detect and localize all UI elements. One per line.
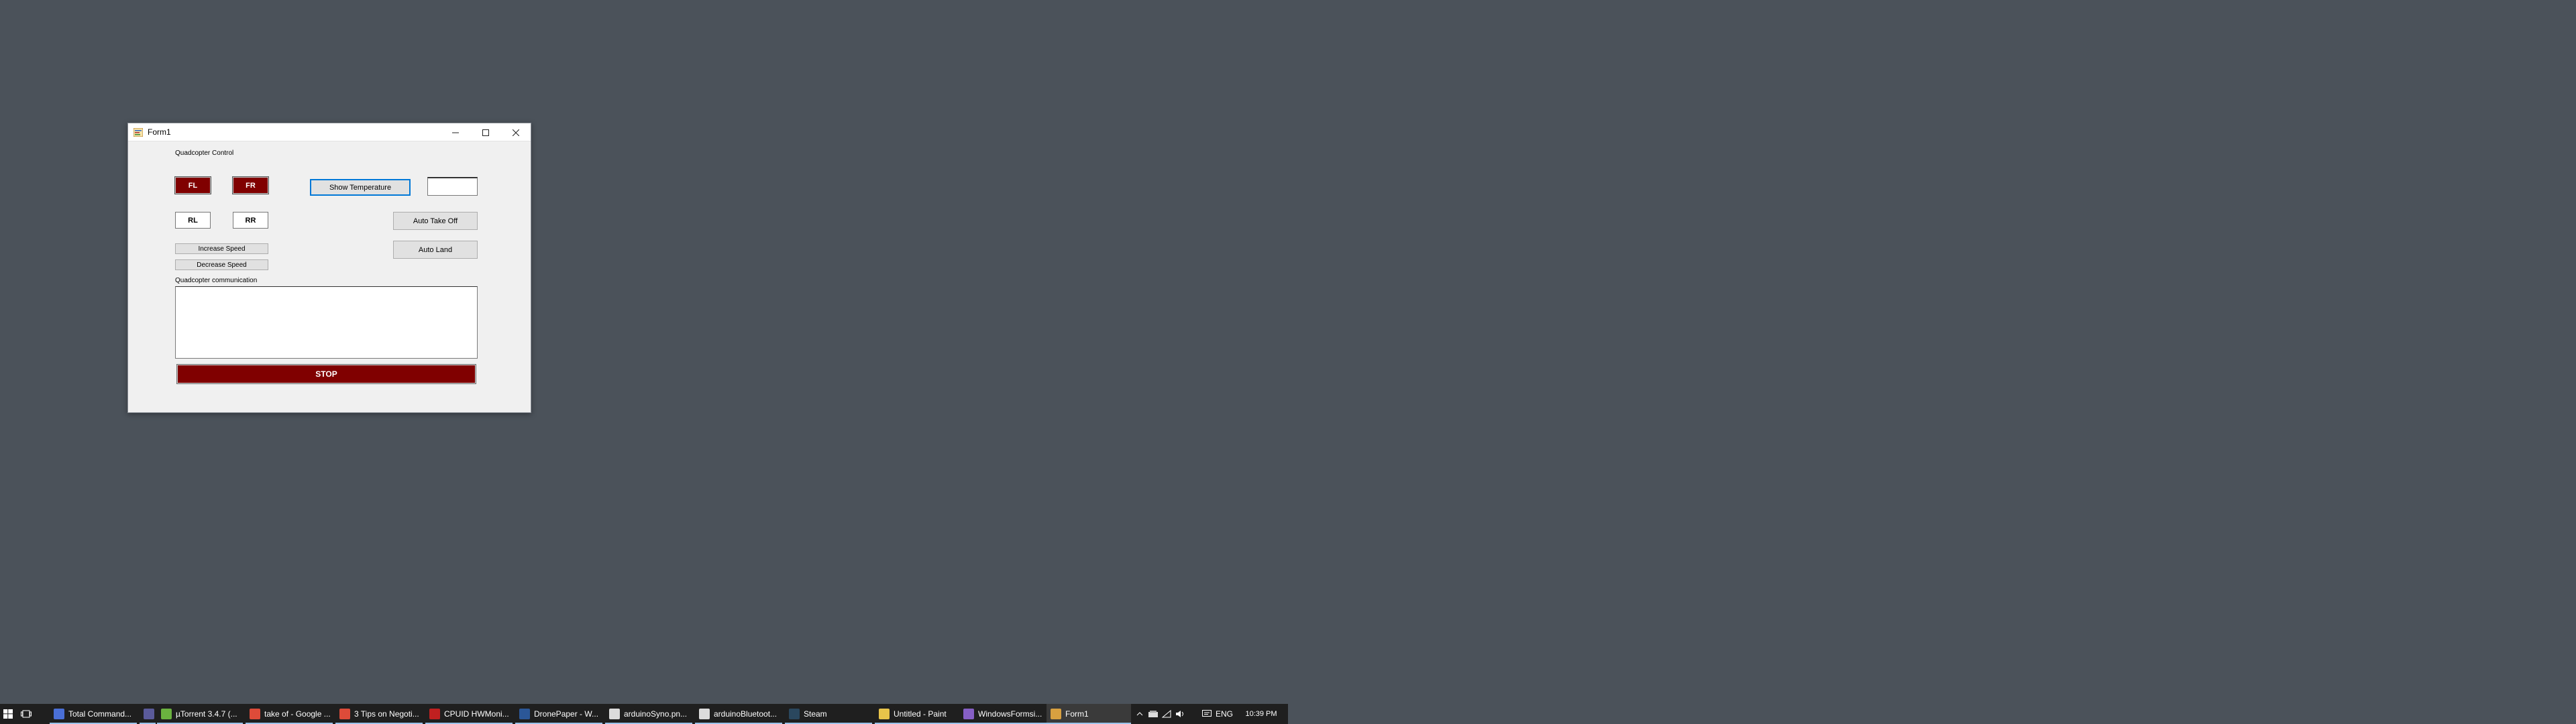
taskbar-item-label: 3 Tips on Negoti... — [354, 709, 419, 719]
task-view-button[interactable] — [16, 704, 36, 724]
total-commander-icon — [54, 709, 64, 719]
network-drive-icon — [1148, 711, 1158, 717]
notification-icon — [1202, 710, 1212, 717]
temperature-textbox[interactable] — [427, 177, 478, 196]
tray-action-center[interactable] — [1201, 704, 1213, 724]
taskbar-item[interactable]: DronePaper - W... — [515, 704, 602, 724]
maximize-icon — [482, 129, 489, 136]
taskbar-item[interactable]: Steam — [785, 704, 872, 724]
tray-app-icon[interactable] — [1147, 704, 1159, 724]
hwmonitor-icon — [429, 709, 440, 719]
utorrent-icon — [161, 709, 172, 719]
communication-textbox[interactable] — [175, 286, 478, 359]
tray-chevron-up[interactable] — [1134, 704, 1146, 724]
taskbar-item[interactable]: arduinoSyno.pn... — [605, 704, 692, 724]
taskbar-item-label: arduinoSyno.pn... — [624, 709, 688, 719]
taskbar-item[interactable]: Untitled - Paint — [875, 704, 962, 724]
steam-icon — [789, 709, 800, 719]
wifi-icon — [1162, 710, 1171, 718]
taskbar-item-label: µTorrent 3.4.7 (... — [176, 709, 237, 719]
taskbar: Total Command... µTorrent 3.4.7 (... take … — [0, 704, 1288, 724]
app-circle-icon — [144, 709, 154, 719]
image-file-icon — [699, 709, 710, 719]
taskbar-item[interactable]: WindowsFormsi... — [959, 704, 1046, 724]
increase-speed-button[interactable]: Increase Speed — [175, 243, 268, 254]
close-icon — [512, 129, 519, 136]
title-bar[interactable]: Form1 — [128, 123, 531, 141]
taskbar-item[interactable]: arduinoBluetoot... — [695, 704, 782, 724]
taskbar-item-label: arduinoBluetoot... — [714, 709, 777, 719]
start-button[interactable] — [0, 704, 16, 724]
window-title: Form1 — [148, 127, 171, 137]
paint-icon — [879, 709, 890, 719]
minimize-icon — [451, 132, 459, 133]
taskbar-item[interactable]: Total Command... — [50, 704, 137, 724]
motor-rr-button[interactable]: RR — [233, 212, 268, 229]
taskbar-item-label: DronePaper - W... — [534, 709, 599, 719]
speaker-icon — [1176, 711, 1183, 717]
show-temperature-button[interactable]: Show Temperature — [310, 179, 411, 196]
auto-take-off-button[interactable]: Auto Take Off — [393, 212, 478, 230]
taskbar-item-label: Untitled - Paint — [894, 709, 947, 719]
taskbar-item[interactable]: take of - Google ... — [246, 704, 333, 724]
windows-start-icon — [3, 709, 13, 719]
tray-volume[interactable] — [1174, 704, 1186, 724]
taskbar-item[interactable] — [140, 704, 156, 724]
minimize-button[interactable] — [440, 123, 470, 141]
chrome-icon — [250, 709, 260, 719]
motor-fr-button[interactable]: FR — [233, 177, 268, 194]
taskbar-item[interactable]: Form1 — [1046, 704, 1131, 724]
taskbar-item[interactable]: µTorrent 3.4.7 (... — [157, 704, 243, 724]
quadcopter-control-label: Quadcopter Control — [175, 149, 234, 157]
decrease-speed-button[interactable]: Decrease Speed — [175, 259, 268, 270]
motor-rl-button[interactable]: RL — [175, 212, 211, 229]
taskbar-item[interactable]: CPUID HWMoni... — [425, 704, 513, 724]
image-file-icon — [609, 709, 620, 719]
word-icon — [519, 709, 530, 719]
language-indicator[interactable]: ENG — [1214, 704, 1234, 724]
tray-network[interactable] — [1161, 704, 1173, 724]
taskbar-item-label: Form1 — [1065, 709, 1089, 719]
form-app-icon — [133, 128, 143, 137]
task-view-icon — [21, 710, 32, 718]
chrome-icon — [339, 709, 350, 719]
taskbar-item-label: Steam — [804, 709, 827, 719]
taskbar-item-label: take of - Google ... — [264, 709, 331, 719]
chevron-up-icon — [1136, 712, 1143, 716]
close-button[interactable] — [500, 123, 531, 141]
form1-window: Form1 Quadcopter Control FL FR RL RR Sho… — [127, 123, 531, 413]
taskbar-item-label: WindowsFormsi... — [978, 709, 1042, 719]
clock[interactable]: 10:39 PM — [1240, 704, 1283, 724]
form-app-icon — [1051, 709, 1061, 719]
taskbar-item-label: CPUID HWMoni... — [444, 709, 509, 719]
taskbar-item[interactable]: 3 Tips on Negoti... — [335, 704, 423, 724]
motor-fl-button[interactable]: FL — [175, 177, 211, 194]
auto-land-button[interactable]: Auto Land — [393, 241, 478, 259]
maximize-button[interactable] — [470, 123, 500, 141]
stop-button[interactable]: STOP — [177, 365, 476, 383]
quadcopter-communication-label: Quadcopter communication — [175, 277, 258, 284]
taskbar-item-label: Total Command... — [68, 709, 132, 719]
visual-studio-icon — [963, 709, 974, 719]
